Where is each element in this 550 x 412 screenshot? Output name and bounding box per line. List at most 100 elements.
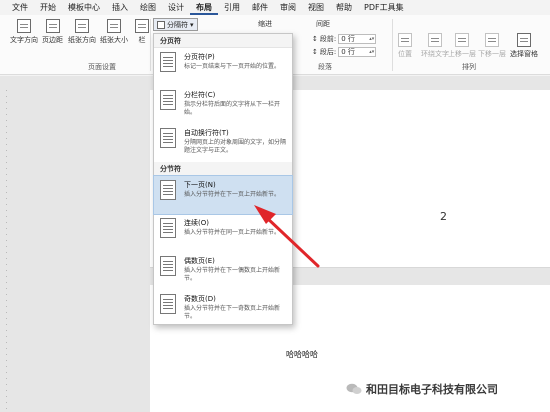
wechat-logo-icon — [346, 383, 362, 394]
send-backward-button[interactable]: 下移一层 — [478, 33, 506, 59]
continuous-title: 连续(O) — [184, 219, 209, 227]
breaks-dropdown: 分页符 分页符(P) 标记一页结束与下一页开始的位置。 分栏符(C) 指示分栏符… — [153, 33, 293, 325]
even-page-texts: 偶数页(E) 插入分节符并在下一偶数页上开始新节。 — [184, 256, 289, 290]
paper-size-label: 纸张大小 — [100, 36, 128, 44]
tab-references[interactable]: 引用 — [218, 0, 246, 15]
text-wrapping-break-item[interactable]: 自动换行符(T) 分隔网页上的对象周围的文字，如分隔题注文字与正文。 — [154, 124, 292, 162]
page-break-desc: 标记一页结束与下一页开始的位置。 — [184, 63, 281, 70]
columns-label: 栏 — [138, 36, 146, 44]
section-breaks-header: 分节符 — [154, 162, 292, 176]
margins-icon — [45, 19, 60, 33]
page-break-icon — [160, 52, 176, 72]
send-backward-label: 下移一层 — [478, 50, 506, 58]
separator — [150, 19, 151, 71]
separator — [392, 19, 393, 71]
page-setup-group-label: 页面设置 — [88, 63, 116, 71]
document-body-text[interactable]: 哈哈哈哈 — [286, 349, 318, 360]
tab-design[interactable]: 设计 — [162, 0, 190, 15]
odd-page-texts: 奇数页(D) 插入分节符并在下一奇数页上开始新节。 — [184, 294, 289, 328]
wrap-text-button[interactable]: 环绕文字 — [421, 33, 449, 59]
next-page-section-item[interactable]: 下一页(N) 插入分节符并在下一页上开始新节。 — [153, 175, 293, 215]
even-page-section-item[interactable]: 偶数页(E) 插入分节符并在下一偶数页上开始新节。 — [154, 252, 292, 290]
tab-home[interactable]: 开始 — [34, 0, 62, 15]
orientation-label: 纸张方向 — [68, 36, 96, 44]
wrap-text-icon — [428, 33, 442, 47]
spacing-after-label: 段后: — [319, 48, 337, 56]
tab-mailings[interactable]: 邮件 — [246, 0, 274, 15]
text-wrapping-break-texts: 自动换行符(T) 分隔网页上的对象周围的文字，如分隔题注文字与正文。 — [184, 128, 289, 162]
arrange-group-label: 排列 — [462, 63, 476, 71]
tab-draw[interactable]: 绘图 — [134, 0, 162, 15]
paper-size-icon — [107, 19, 121, 33]
bring-forward-label: 上移一层 — [448, 50, 476, 58]
tab-view[interactable]: 视图 — [302, 0, 330, 15]
tab-pdf-tools[interactable]: PDF工具集 — [358, 0, 410, 15]
breaks-icon — [157, 20, 165, 29]
wrap-text-label: 环绕文字 — [421, 50, 449, 58]
tab-help[interactable]: 帮助 — [330, 0, 358, 15]
spacing-after: ↕ 段后: 0 行 — [312, 47, 377, 57]
vertical-ruler — [6, 90, 7, 410]
tab-insert[interactable]: 插入 — [106, 0, 134, 15]
tab-review[interactable]: 审阅 — [274, 0, 302, 15]
tab-layout[interactable]: 布局 — [190, 0, 218, 15]
selection-pane-label: 选择窗格 — [510, 50, 538, 58]
watermark-text: 和田目标电子科技有限公司 — [366, 383, 498, 396]
continuous-texts: 连续(O) 插入分节符并在同一页上开始新节。 — [184, 218, 289, 252]
text-direction-button[interactable]: 文字方向 — [10, 19, 38, 45]
breaks-button[interactable]: 分隔符 ▾ — [153, 18, 198, 31]
even-page-title: 偶数页(E) — [184, 257, 215, 265]
next-page-title: 下一页(N) — [184, 181, 216, 189]
even-page-icon — [160, 256, 176, 276]
paragraph-group-label: 段落 — [318, 63, 332, 71]
bring-forward-button[interactable]: 上移一层 — [448, 33, 476, 59]
even-page-desc: 插入分节符并在下一偶数页上开始新节。 — [184, 267, 281, 282]
spacing-before: ↕ 段前: 0 行 — [312, 34, 377, 44]
spacing-before-icon: ↕ — [312, 35, 318, 43]
watermark: 和田目标电子科技有限公司 — [346, 381, 498, 397]
continuous-icon — [160, 218, 176, 238]
chevron-down-icon: ▾ — [190, 20, 194, 29]
spacing-before-label: 段前: — [319, 35, 337, 43]
text-direction-icon — [17, 19, 31, 33]
text-direction-label: 文字方向 — [10, 36, 38, 44]
column-break-icon — [160, 90, 176, 110]
next-page-desc: 插入分节符并在下一页上开始新节。 — [184, 191, 281, 198]
page-break-item[interactable]: 分页符(P) 标记一页结束与下一页开始的位置。 — [154, 48, 292, 86]
tab-file[interactable]: 文件 — [6, 0, 34, 15]
next-page-icon — [160, 180, 176, 200]
position-icon — [398, 33, 412, 47]
odd-page-icon — [160, 294, 176, 314]
position-button[interactable]: 位置 — [398, 33, 412, 59]
orientation-button[interactable]: 纸张方向 — [68, 19, 96, 45]
column-break-texts: 分栏符(C) 指示分栏符后面的文字将从下一栏开始。 — [184, 90, 289, 124]
continuous-desc: 插入分节符并在同一页上开始新节。 — [184, 229, 281, 236]
paper-size-button[interactable]: 纸张大小 — [100, 19, 128, 45]
page-breaks-header: 分页符 — [154, 34, 292, 48]
continuous-section-item[interactable]: 连续(O) 插入分节符并在同一页上开始新节。 — [154, 214, 292, 252]
column-break-item[interactable]: 分栏符(C) 指示分栏符后面的文字将从下一栏开始。 — [154, 86, 292, 124]
selection-pane-button[interactable]: 选择窗格 — [510, 33, 538, 59]
page-number: 2 — [440, 210, 447, 223]
page-break-title: 分页符(P) — [184, 53, 215, 61]
menu-bar: 文件 开始 模板中心 插入 绘图 设计 布局 引用 邮件 审阅 视图 帮助 PD… — [0, 0, 550, 15]
orientation-icon — [75, 19, 89, 33]
next-page-texts: 下一页(N) 插入分节符并在下一页上开始新节。 — [184, 180, 289, 214]
margins-button[interactable]: 页边距 — [42, 19, 63, 45]
spacing-after-input[interactable]: 0 行 — [338, 47, 377, 57]
text-wrapping-break-desc: 分隔网页上的对象周围的文字，如分隔题注文字与正文。 — [184, 139, 287, 154]
column-break-title: 分栏符(C) — [184, 91, 216, 99]
position-label: 位置 — [398, 50, 412, 58]
spacing-after-icon: ↕ — [312, 48, 318, 56]
indent-header: 缩进 — [258, 20, 272, 28]
page-break-texts: 分页符(P) 标记一页结束与下一页开始的位置。 — [184, 52, 289, 86]
text-wrapping-break-icon — [160, 128, 176, 148]
columns-icon — [135, 19, 149, 33]
column-break-desc: 指示分栏符后面的文字将从下一栏开始。 — [184, 101, 281, 116]
spacing-header: 间距 — [316, 20, 330, 28]
columns-button[interactable]: 栏 — [135, 19, 149, 45]
tab-template-center[interactable]: 模板中心 — [62, 0, 106, 15]
margins-label: 页边距 — [42, 36, 63, 44]
spacing-before-input[interactable]: 0 行 — [338, 34, 377, 44]
odd-page-section-item[interactable]: 奇数页(D) 插入分节符并在下一奇数页上开始新节。 — [154, 290, 292, 328]
